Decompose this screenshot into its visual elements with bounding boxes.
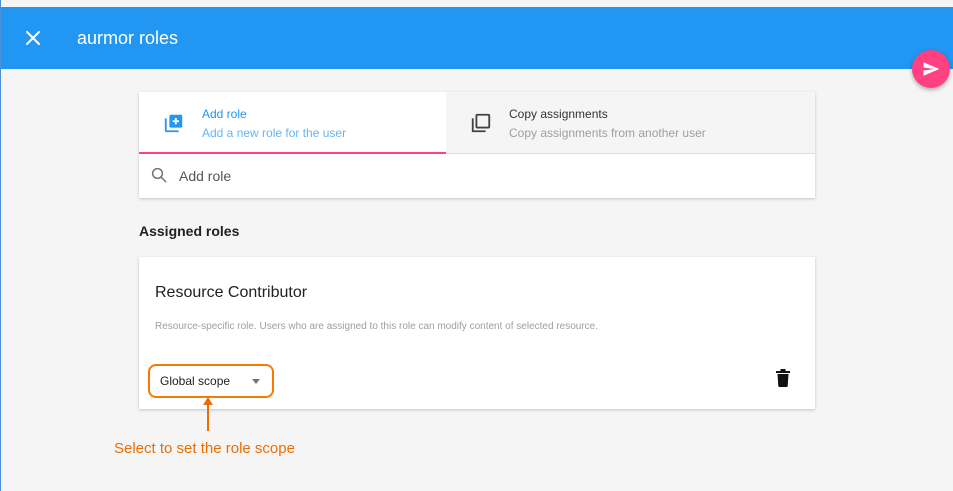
role-name: Resource Contributor (155, 284, 308, 301)
tab-add-role-subtitle: Add a new role for the user (202, 126, 347, 140)
role-card: Resource Contributor Resource-specific r… (139, 257, 815, 409)
send-button[interactable] (912, 50, 950, 88)
add-role-card: Add role Add a new role for the user Cop… (139, 92, 815, 198)
copy-icon (471, 113, 491, 133)
tab-copy-assignments-subtitle: Copy assignments from another user (509, 126, 706, 140)
role-search-input[interactable] (179, 162, 779, 190)
search-icon (151, 167, 167, 183)
delete-icon[interactable] (775, 369, 791, 387)
close-icon[interactable] (21, 26, 45, 50)
dialog-title: aurmor roles (77, 28, 179, 48)
annotation-text: Select to set the role scope (114, 440, 295, 457)
send-icon (923, 62, 940, 76)
tab-add-role[interactable]: Add role Add a new role for the user (139, 92, 446, 154)
role-description: Resource-specific role. Users who are as… (155, 321, 598, 332)
annotation-arrow (203, 397, 213, 431)
tab-copy-assignments-label: Copy assignments (509, 107, 608, 121)
dialog-header: aurmor roles (1, 7, 953, 69)
assigned-roles-title: Assigned roles (139, 223, 240, 239)
add-box-icon (164, 114, 183, 133)
tab-copy-assignments[interactable]: Copy assignments Copy assignments from a… (446, 92, 815, 154)
role-search (139, 154, 815, 198)
scope-select[interactable]: Global scope (148, 364, 274, 398)
app-frame: aurmor roles Add role Add a new role for… (0, 0, 953, 491)
tab-add-role-label: Add role (202, 107, 247, 121)
scope-select-value: Global scope (160, 374, 231, 388)
dropdown-arrow-icon (252, 379, 260, 384)
